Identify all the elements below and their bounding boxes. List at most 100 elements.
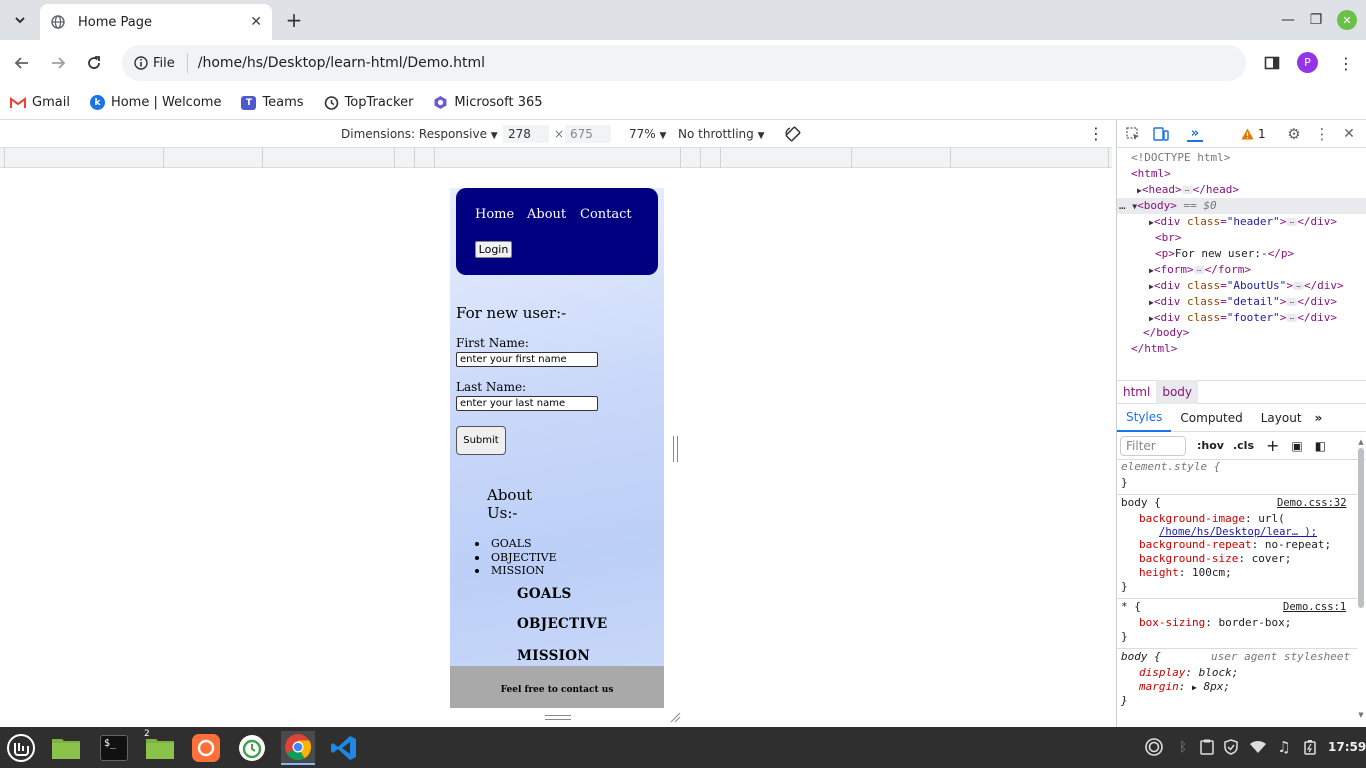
taskbar-firefox-app[interactable] bbox=[189, 731, 223, 765]
dom-head-node[interactable]: ▶<head>… </head> bbox=[1137, 183, 1239, 196]
dom-br[interactable]: <br> bbox=[1155, 231, 1182, 244]
forward-button[interactable] bbox=[45, 50, 71, 76]
taskbar-files-app-2[interactable]: 2 bbox=[143, 729, 177, 765]
scroll-down-icon[interactable]: ▼ bbox=[1357, 711, 1365, 719]
nav-contact-link[interactable]: Contact bbox=[580, 207, 632, 222]
bluetooth-icon[interactable]: ᛒ bbox=[1174, 738, 1192, 756]
dom-doctype[interactable]: <!DOCTYPE html> bbox=[1131, 151, 1230, 164]
rule-ua-body-selector[interactable]: body { bbox=[1121, 650, 1161, 663]
bookmark-home-welcome[interactable]: k Home | Welcome bbox=[89, 95, 221, 110]
url-text[interactable]: /home/hs/Desktop/learn-html/Demo.html bbox=[198, 55, 1234, 71]
tab-home-page[interactable]: Home Page ✕ bbox=[40, 4, 272, 40]
dimensions-dropdown[interactable]: Dimensions: Responsive ▼ bbox=[341, 127, 498, 141]
decl-background-size[interactable]: background-size: cover; bbox=[1139, 552, 1291, 565]
dom-body-close[interactable]: </body> bbox=[1143, 326, 1189, 339]
profile-avatar[interactable]: P bbox=[1297, 52, 1318, 73]
decl-display[interactable]: display: block; bbox=[1139, 666, 1238, 679]
dom-div-footer[interactable]: ▶<div class="footer">… </div> bbox=[1149, 311, 1337, 324]
dom-div-aboutus[interactable]: ▶<div class="AboutUs">… </div> bbox=[1149, 279, 1344, 292]
taskbar-files-app[interactable] bbox=[49, 731, 83, 765]
shield-icon[interactable] bbox=[1222, 738, 1240, 756]
tab-styles[interactable]: Styles bbox=[1117, 404, 1172, 432]
decl-margin[interactable]: margin: ▶ 8px; bbox=[1139, 680, 1230, 693]
dom-body-node[interactable]: … ▼<body> == $0 bbox=[1119, 199, 1217, 212]
device-toolbar-menu-button[interactable]: ⋮ bbox=[1088, 124, 1104, 143]
dom-form[interactable]: ▶<form>… </form> bbox=[1149, 263, 1251, 276]
submit-button[interactable]: Submit bbox=[456, 426, 506, 455]
scrollbar-thumb[interactable] bbox=[1358, 448, 1364, 608]
styles-scrollbar[interactable]: ▲ ▼ bbox=[1357, 438, 1365, 723]
taskbar-chrome-app[interactable] bbox=[281, 731, 315, 765]
expand-triangle-icon[interactable]: ▶ bbox=[1149, 314, 1154, 323]
filter-input[interactable]: Filter bbox=[1120, 435, 1186, 456]
viewport-resize-handle-bottom[interactable] bbox=[545, 715, 571, 720]
expand-triangle-icon[interactable]: ▶ bbox=[1192, 683, 1197, 692]
tab-layout[interactable]: Layout bbox=[1252, 405, 1311, 431]
side-panel-button[interactable] bbox=[1259, 50, 1285, 76]
rule-body-selector[interactable]: body { bbox=[1121, 496, 1161, 509]
rotate-button[interactable] bbox=[784, 125, 802, 146]
maximize-button[interactable]: ❐ bbox=[1304, 8, 1328, 32]
clock[interactable]: 17:59 bbox=[1328, 740, 1366, 754]
clipboard-icon[interactable] bbox=[1198, 738, 1216, 756]
decl-background-repeat[interactable]: background-repeat: no-repeat; bbox=[1139, 538, 1331, 551]
taskbar-toptracker-app[interactable] bbox=[235, 731, 269, 765]
dom-html-close[interactable]: </html> bbox=[1131, 342, 1177, 355]
hov-toggle[interactable]: :hov bbox=[1197, 439, 1224, 452]
viewport-height-input[interactable]: 675 bbox=[565, 125, 611, 143]
music-icon[interactable]: ♫ bbox=[1275, 738, 1293, 756]
close-devtools-icon[interactable]: ✕ bbox=[1341, 126, 1357, 142]
bookmark-teams[interactable]: T Teams bbox=[241, 95, 304, 110]
decl-box-sizing[interactable]: box-sizing: border-box; bbox=[1139, 616, 1291, 629]
site-info-chip[interactable]: File bbox=[134, 53, 188, 73]
nav-about-link[interactable]: About bbox=[527, 207, 566, 222]
scroll-up-icon[interactable]: ▲ bbox=[1357, 438, 1365, 446]
throttling-dropdown[interactable]: No throttling ▼ bbox=[678, 127, 765, 141]
start-menu-button[interactable] bbox=[4, 731, 38, 765]
dom-html-open[interactable]: <html> bbox=[1131, 167, 1171, 180]
media-query-ruler[interactable] bbox=[0, 148, 1112, 168]
minimize-button[interactable]: — bbox=[1276, 8, 1300, 32]
viewport-resize-handle-right[interactable] bbox=[673, 436, 678, 462]
update-manager-icon[interactable] bbox=[1145, 738, 1163, 756]
new-tab-button[interactable]: + bbox=[282, 8, 306, 32]
login-button[interactable]: Login bbox=[475, 241, 512, 258]
wifi-icon[interactable] bbox=[1249, 738, 1267, 756]
dom-p[interactable]: <p>For new user:-</p> bbox=[1155, 247, 1294, 260]
address-bar[interactable]: File /home/hs/Desktop/learn-html/Demo.ht… bbox=[122, 45, 1246, 81]
devtools-menu-icon[interactable]: ⋮ bbox=[1314, 125, 1330, 143]
nav-home-link[interactable]: Home bbox=[475, 207, 514, 222]
tab-search-button[interactable] bbox=[8, 8, 32, 32]
rule-body-source-link[interactable]: Demo.css:32 bbox=[1277, 496, 1347, 509]
more-tabs-icon[interactable]: » bbox=[1187, 126, 1203, 142]
close-window-button[interactable]: ✕ bbox=[1337, 10, 1357, 30]
first-name-input[interactable]: enter your first name bbox=[456, 352, 598, 367]
new-style-rule-icon[interactable]: + bbox=[1266, 436, 1279, 455]
taskbar-vscode-app[interactable] bbox=[327, 731, 361, 765]
inspect-element-icon[interactable] bbox=[1125, 126, 1141, 142]
viewport-width-input[interactable]: 278 bbox=[503, 125, 549, 143]
decl-background-image[interactable]: background-image: url( bbox=[1139, 512, 1285, 525]
toggle-sidebar-icon[interactable]: ◧ bbox=[1315, 439, 1326, 453]
bookmark-gmail[interactable]: Gmail bbox=[10, 95, 70, 110]
bookmark-microsoft-365[interactable]: Microsoft 365 bbox=[433, 95, 543, 110]
dom-div-header[interactable]: ▶<div class="header">… </div> bbox=[1149, 215, 1337, 228]
element-state-icon[interactable]: ▣ bbox=[1291, 439, 1302, 453]
device-toggle-icon[interactable] bbox=[1153, 126, 1169, 142]
more-tabs-icon[interactable]: » bbox=[1311, 411, 1327, 425]
reload-button[interactable] bbox=[81, 50, 107, 76]
taskbar-terminal-app[interactable]: $_ bbox=[97, 731, 131, 765]
breadcrumb-body[interactable]: body bbox=[1156, 380, 1199, 404]
bookmark-toptracker[interactable]: TopTracker bbox=[324, 95, 413, 110]
decl-height[interactable]: height: 100cm; bbox=[1139, 566, 1232, 579]
expand-triangle-icon[interactable]: ▶ bbox=[1149, 218, 1154, 227]
dom-div-detail[interactable]: ▶<div class="detail">… </div> bbox=[1149, 295, 1337, 308]
cls-toggle[interactable]: .cls bbox=[1233, 439, 1254, 452]
battery-icon[interactable] bbox=[1301, 738, 1319, 756]
rule-universal-selector[interactable]: * { bbox=[1121, 600, 1141, 613]
breadcrumb-html[interactable]: html bbox=[1117, 380, 1156, 404]
tab-computed[interactable]: Computed bbox=[1171, 405, 1251, 431]
browser-menu-button[interactable]: ⋮ bbox=[1333, 50, 1359, 76]
back-button[interactable] bbox=[9, 50, 35, 76]
warnings-badge[interactable]: 1 bbox=[1241, 127, 1266, 141]
